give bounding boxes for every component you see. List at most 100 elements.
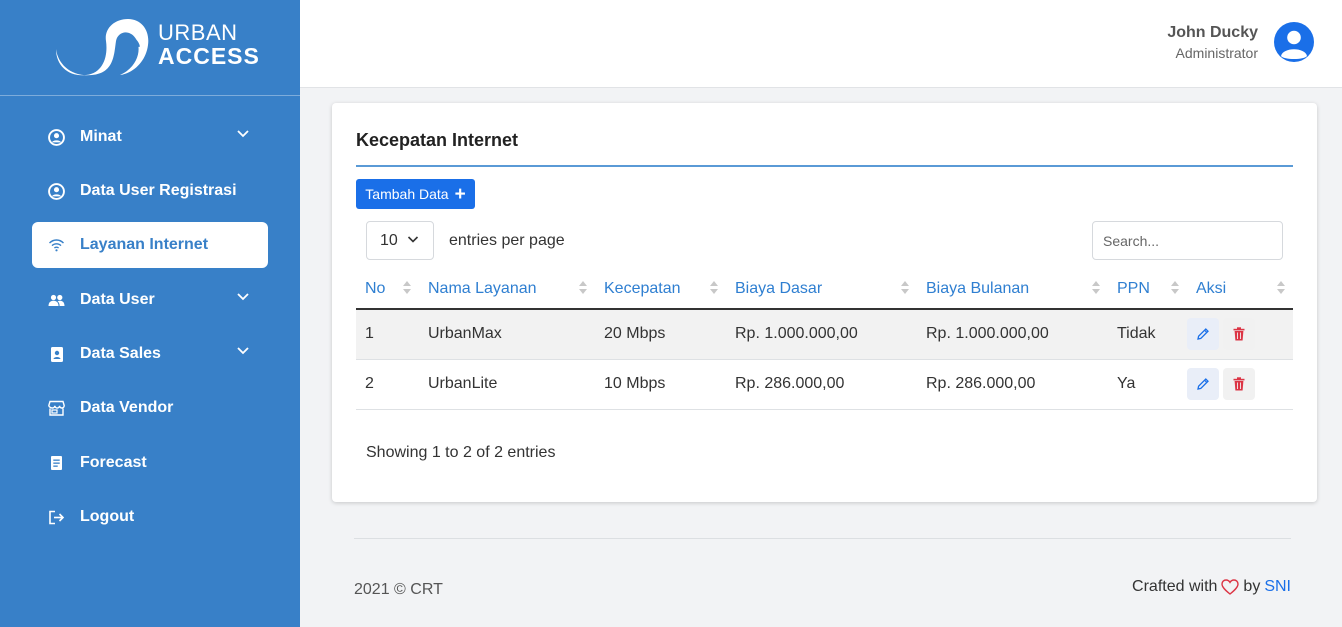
column-header-no[interactable]: No bbox=[356, 269, 419, 310]
user-role: Administrator bbox=[1175, 45, 1258, 61]
entries-per-page-label: entries per page bbox=[449, 232, 565, 249]
sort-icon bbox=[403, 281, 411, 294]
chevron-down-icon bbox=[237, 347, 249, 355]
users-icon bbox=[48, 292, 65, 309]
table-info: Showing 1 to 2 of 2 entries bbox=[366, 444, 556, 461]
footer-divider bbox=[354, 538, 1291, 539]
sidebar-item-label: Data User Registrasi bbox=[80, 182, 237, 199]
entries-per-page-select[interactable]: 10 bbox=[366, 221, 434, 260]
edit-button[interactable] bbox=[1187, 318, 1219, 351]
document-icon bbox=[48, 455, 65, 472]
logo-line2: ACCESS bbox=[158, 43, 260, 69]
sidebar-item-label: Data User bbox=[80, 291, 155, 308]
title-divider bbox=[356, 165, 1293, 167]
plus-icon: + bbox=[454, 183, 466, 205]
column-header-label: No bbox=[365, 279, 386, 297]
sidebar-item-label: Minat bbox=[80, 128, 122, 145]
sidebar-item-data-user[interactable]: Data User bbox=[32, 277, 268, 323]
column-header-label: Aksi bbox=[1196, 279, 1227, 297]
sidebar-item-label: Forecast bbox=[80, 454, 147, 471]
sidebar-item-label: Data Sales bbox=[80, 345, 161, 362]
sidebar: URBAN ACCESS Minat Data User Registrasi … bbox=[0, 0, 300, 627]
sidebar-item-data-user-registrasi[interactable]: Data User Registrasi bbox=[32, 168, 268, 214]
sidebar-item-data-vendor[interactable]: Data Vendor bbox=[32, 385, 268, 431]
cell-aksi bbox=[1187, 309, 1293, 360]
add-data-button[interactable]: Tambah Data + bbox=[356, 179, 475, 209]
pencil-icon bbox=[1197, 378, 1209, 390]
store-icon bbox=[48, 400, 65, 417]
user-avatar-icon bbox=[1281, 30, 1307, 59]
cell-aksi bbox=[1187, 359, 1293, 410]
content-card: Kecepatan Internet Tambah Data + 10 entr… bbox=[332, 103, 1317, 502]
sidebar-item-label: Layanan Internet bbox=[80, 236, 209, 253]
footer-credit: Crafted with by SNI bbox=[1132, 578, 1291, 596]
sort-icon bbox=[1092, 281, 1100, 294]
cell-no: 2 bbox=[356, 359, 419, 410]
table-row: 1 UrbanMax 20 Mbps Rp. 1.000.000,00 Rp. … bbox=[356, 309, 1293, 360]
column-header-biaya-bulanan[interactable]: Biaya Bulanan bbox=[917, 269, 1108, 310]
logo-text: URBAN ACCESS bbox=[158, 22, 260, 68]
chevron-down-icon bbox=[407, 236, 419, 243]
cell-ppn: Tidak bbox=[1108, 309, 1187, 360]
table-header-row: No Nama Layanan Kecepatan Biaya Dasar Bi… bbox=[356, 269, 1293, 310]
avatar[interactable] bbox=[1274, 22, 1314, 62]
user-circle-icon bbox=[48, 182, 65, 200]
sidebar-item-label: Logout bbox=[80, 508, 135, 525]
data-table: No Nama Layanan Kecepatan Biaya Dasar Bi… bbox=[356, 269, 1293, 410]
logout-icon bbox=[48, 509, 65, 526]
cell-biaya-bulanan: Rp. 1.000.000,00 bbox=[917, 309, 1108, 360]
sidebar-item-forecast[interactable]: Forecast bbox=[32, 440, 268, 486]
sort-icon bbox=[579, 281, 587, 294]
delete-button[interactable] bbox=[1223, 368, 1255, 400]
column-header-label: Biaya Bulanan bbox=[926, 279, 1030, 297]
trash-icon bbox=[1233, 327, 1245, 341]
cell-kecepatan: 10 Mbps bbox=[595, 359, 726, 410]
heart-icon bbox=[1221, 579, 1240, 595]
cell-nama-layanan: UrbanLite bbox=[419, 359, 595, 410]
cell-no: 1 bbox=[356, 309, 419, 360]
column-header-nama-layanan[interactable]: Nama Layanan bbox=[419, 269, 595, 310]
cell-biaya-bulanan: Rp. 286.000,00 bbox=[917, 359, 1108, 410]
column-header-label: PPN bbox=[1117, 279, 1150, 297]
pencil-icon bbox=[1197, 328, 1209, 341]
sort-icon bbox=[1171, 281, 1179, 294]
cell-biaya-dasar: Rp. 286.000,00 bbox=[726, 359, 917, 410]
trash-icon bbox=[1233, 377, 1245, 391]
cell-nama-layanan: UrbanMax bbox=[419, 309, 595, 360]
chevron-down-icon bbox=[237, 293, 249, 301]
user-circle-icon bbox=[48, 128, 65, 146]
edit-button[interactable] bbox=[1187, 368, 1219, 400]
footer-sni-link[interactable]: SNI bbox=[1264, 578, 1291, 596]
column-header-label: Nama Layanan bbox=[428, 279, 537, 297]
sidebar-item-label: Data Vendor bbox=[80, 399, 174, 416]
urban-access-logo-icon bbox=[56, 19, 149, 76]
column-header-kecepatan[interactable]: Kecepatan bbox=[595, 269, 726, 310]
footer-crafted-text: Crafted with bbox=[1132, 578, 1218, 595]
delete-button[interactable] bbox=[1223, 318, 1255, 351]
sidebar-item-data-sales[interactable]: Data Sales bbox=[32, 331, 268, 377]
column-header-ppn[interactable]: PPN bbox=[1108, 269, 1187, 310]
logo[interactable]: URBAN ACCESS bbox=[0, 0, 300, 96]
search-input[interactable] bbox=[1092, 221, 1283, 260]
footer-copyright: 2021 © CRT bbox=[354, 581, 443, 598]
column-header-label: Biaya Dasar bbox=[735, 279, 823, 297]
footer-by-text: by bbox=[1243, 578, 1261, 595]
logo-line1: URBAN bbox=[158, 20, 238, 45]
sidebar-item-minat[interactable]: Minat bbox=[32, 114, 268, 160]
column-header-label: Kecepatan bbox=[604, 279, 681, 297]
user-info[interactable]: John Ducky Administrator bbox=[1167, 24, 1258, 61]
sidebar-item-layanan-internet[interactable]: Layanan Internet bbox=[32, 222, 268, 268]
cell-kecepatan: 20 Mbps bbox=[595, 309, 726, 360]
chevron-down-icon bbox=[237, 130, 249, 138]
sidebar-item-logout[interactable]: Logout bbox=[32, 494, 268, 540]
column-header-biaya-dasar[interactable]: Biaya Dasar bbox=[726, 269, 917, 310]
user-name: John Ducky bbox=[1167, 24, 1258, 41]
add-data-label: Tambah Data bbox=[365, 186, 449, 202]
wifi-icon bbox=[48, 237, 65, 254]
sort-icon bbox=[1277, 281, 1285, 294]
column-header-aksi[interactable]: Aksi bbox=[1187, 269, 1293, 310]
top-header: John Ducky Administrator bbox=[300, 0, 1342, 88]
entries-per-page-value: 10 bbox=[380, 231, 398, 249]
cell-biaya-dasar: Rp. 1.000.000,00 bbox=[726, 309, 917, 360]
id-badge-icon bbox=[48, 346, 65, 363]
